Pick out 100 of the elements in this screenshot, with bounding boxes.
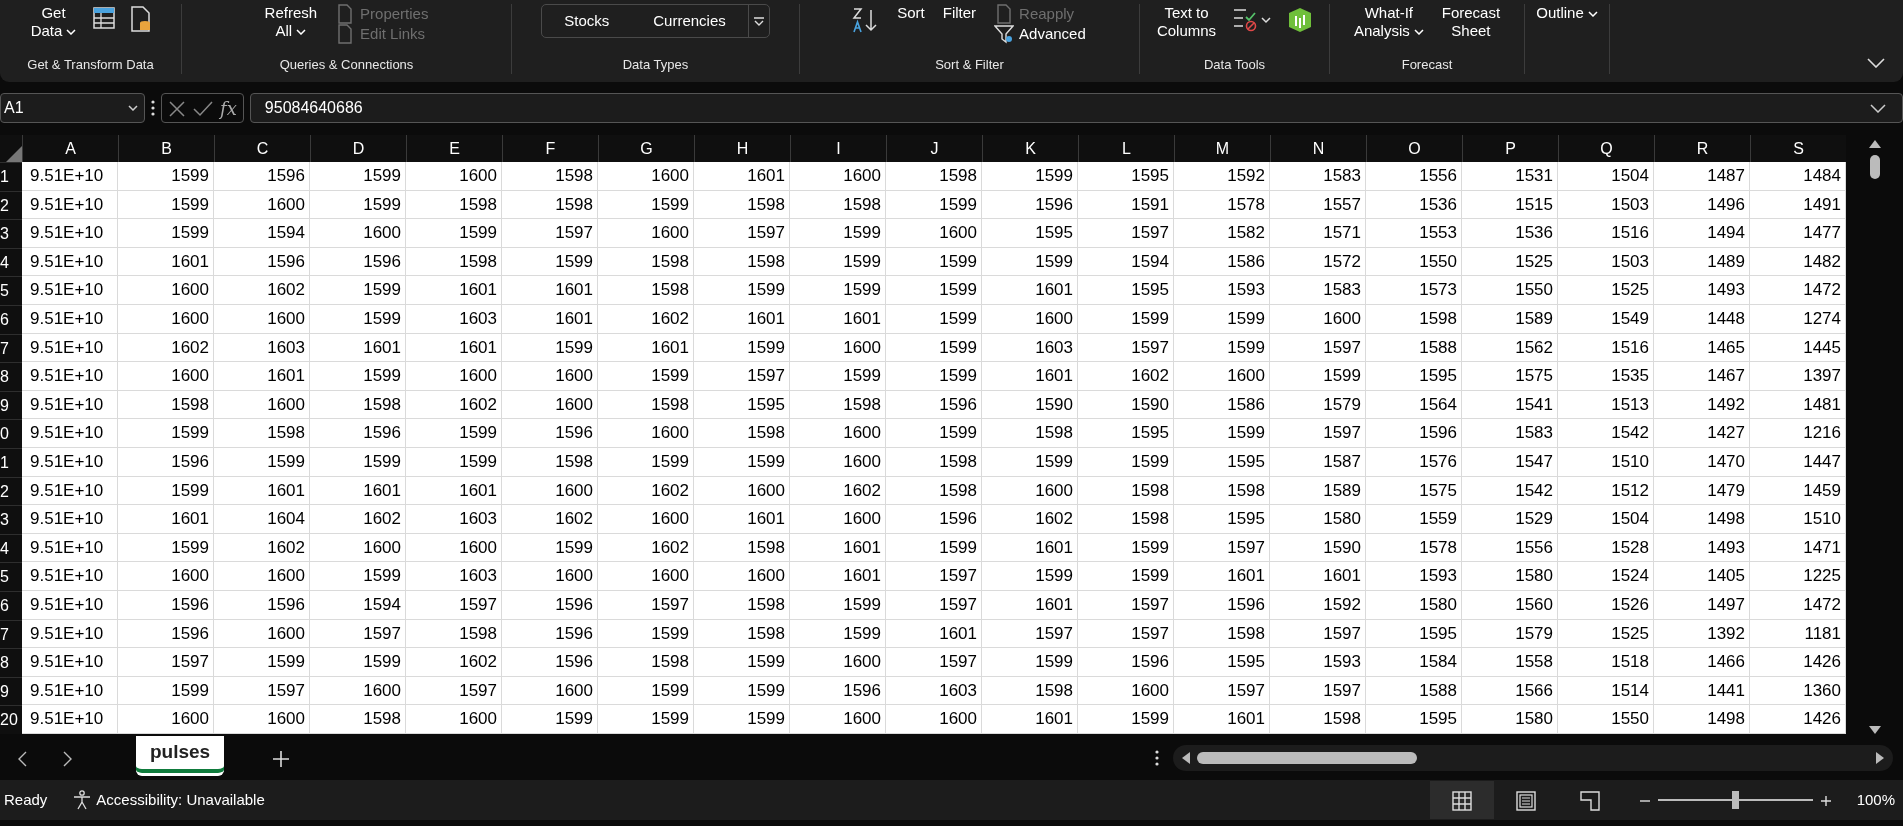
table-cell: 1595 — [1366, 705, 1462, 734]
scrollbar-thumb[interactable] — [1869, 155, 1880, 179]
row-header[interactable]: 2 — [0, 190, 22, 220]
scroll-down-icon[interactable] — [1867, 725, 1882, 735]
column-header[interactable]: P — [1462, 135, 1558, 162]
scroll-right-icon[interactable] — [1875, 751, 1885, 765]
ribbon-button[interactable]: Forecast Sheet — [1437, 4, 1505, 40]
row-header[interactable]: 1 — [0, 162, 22, 191]
view-button[interactable] — [1429, 780, 1494, 820]
ribbon-button[interactable]: Filter — [938, 4, 981, 22]
table-cell: 1601 — [694, 304, 790, 334]
table-cell: 1599 — [310, 562, 406, 591]
row-header[interactable]: 3 — [0, 505, 22, 534]
row-header[interactable]: 8 — [0, 362, 22, 391]
caret-icon — [752, 16, 765, 27]
table-cell: 1594 — [310, 590, 406, 620]
ribbon-button[interactable]: Sort — [893, 4, 929, 22]
column-header[interactable]: I — [790, 135, 886, 162]
row-header[interactable]: 2 — [0, 476, 22, 506]
column-header[interactable]: O — [1366, 135, 1462, 162]
table-cell: 1602 — [310, 505, 406, 534]
table-cell: 1600 — [214, 190, 310, 220]
table-cell: 1601 — [502, 276, 598, 305]
table-cell: 1601 — [694, 162, 790, 191]
ribbon-button[interactable]: Outline — [1532, 4, 1602, 22]
column-header[interactable]: R — [1654, 135, 1750, 162]
table-cell: 1602 — [982, 505, 1078, 534]
table-cell: 1600 — [214, 304, 310, 334]
row-header[interactable]: 6 — [0, 590, 22, 620]
column-header[interactable]: M — [1174, 135, 1270, 162]
ribbon-button[interactable]: Advanced — [990, 24, 1090, 44]
table-cell: 1465 — [1654, 333, 1750, 363]
table-cell: 1602 — [406, 648, 502, 677]
row-header[interactable]: 4 — [0, 533, 22, 563]
gallery-item[interactable]: Currencies — [631, 9, 748, 33]
row-header[interactable]: 7 — [0, 619, 22, 649]
row-header[interactable]: 8 — [0, 648, 22, 677]
scroll-up-icon[interactable] — [1867, 139, 1882, 149]
column-header[interactable]: J — [886, 135, 982, 162]
column-header[interactable]: Q — [1558, 135, 1654, 162]
column-header[interactable]: D — [310, 135, 406, 162]
sheet-tab[interactable]: pulses — [136, 736, 225, 776]
table-cell: 1447 — [1750, 447, 1846, 477]
gallery-item[interactable]: Stocks — [542, 9, 632, 33]
column-header[interactable]: L — [1078, 135, 1174, 162]
ribbon-button[interactable]: Get Data — [26, 4, 81, 40]
column-header[interactable]: G — [598, 135, 694, 162]
table-cell: 1594 — [1078, 247, 1174, 277]
table-cell: 1598 — [886, 162, 982, 191]
table-cell: 1593 — [1366, 562, 1462, 591]
row-header[interactable]: 9 — [0, 390, 22, 420]
row-header[interactable]: 6 — [0, 304, 22, 334]
table-cell: 9.51E+10 — [22, 476, 118, 506]
table-cell: 1600 — [1078, 676, 1174, 706]
ribbon-button[interactable]: Refresh All — [260, 4, 322, 40]
table-cell: 1598 — [1270, 705, 1366, 734]
caret-icon — [66, 29, 77, 36]
slider-thumb[interactable] — [1732, 791, 1740, 809]
scrollbar-thumb[interactable] — [1197, 752, 1417, 764]
accessibility-button[interactable]: Accessibility: Unavailable — [71, 787, 266, 813]
column-header[interactable]: S — [1750, 135, 1846, 162]
zoom-level[interactable]: 100% — [1856, 788, 1895, 812]
table-cell: 1597 — [886, 562, 982, 591]
column-header[interactable]: F — [502, 135, 598, 162]
row-header[interactable]: 5 — [0, 562, 22, 591]
table-cell: 1598 — [790, 390, 886, 420]
row-header[interactable]: 9 — [0, 676, 22, 706]
row-header[interactable]: 1 — [0, 447, 22, 477]
scroll-left-icon[interactable] — [1181, 751, 1191, 765]
column-header[interactable]: C — [214, 135, 310, 162]
row-header[interactable]: 20 — [0, 705, 22, 734]
table-cell: 1598 — [886, 476, 982, 506]
ribbon-button[interactable]: What-If Analysis — [1349, 4, 1428, 40]
horizontal-scrollbar[interactable] — [1173, 745, 1893, 771]
formula-field[interactable]: 95084640686 — [249, 93, 1903, 123]
column-header[interactable]: N — [1270, 135, 1366, 162]
table-cell: 1445 — [1750, 333, 1846, 363]
column-header[interactable]: B — [118, 135, 214, 162]
table-cell: 1496 — [1654, 190, 1750, 220]
column-header[interactable]: H — [694, 135, 790, 162]
page-layout-icon — [1515, 790, 1536, 811]
name-box[interactable]: A1 — [0, 93, 145, 123]
column-header[interactable]: A — [22, 135, 118, 162]
table-cell: 1598 — [598, 390, 694, 420]
table-cell: 1602 — [214, 533, 310, 563]
column-header[interactable]: E — [406, 135, 502, 162]
row-header[interactable]: 7 — [0, 333, 22, 363]
table-cell: 1492 — [1654, 390, 1750, 420]
row-header[interactable]: 5 — [0, 276, 22, 305]
insert-function-button[interactable]: fx — [220, 94, 237, 122]
row-header[interactable]: 3 — [0, 219, 22, 248]
chevron-icon[interactable] — [1867, 58, 1885, 68]
ribbon-button[interactable]: Text to Columns — [1152, 4, 1221, 40]
table-cell: 1597 — [1270, 333, 1366, 363]
table-cell: 1477 — [1750, 219, 1846, 248]
more-icon[interactable] — [1155, 750, 1159, 766]
row-header[interactable]: 0 — [0, 419, 22, 448]
table-cell: 1599 — [982, 562, 1078, 591]
column-header[interactable]: K — [982, 135, 1078, 162]
row-header[interactable]: 4 — [0, 247, 22, 277]
